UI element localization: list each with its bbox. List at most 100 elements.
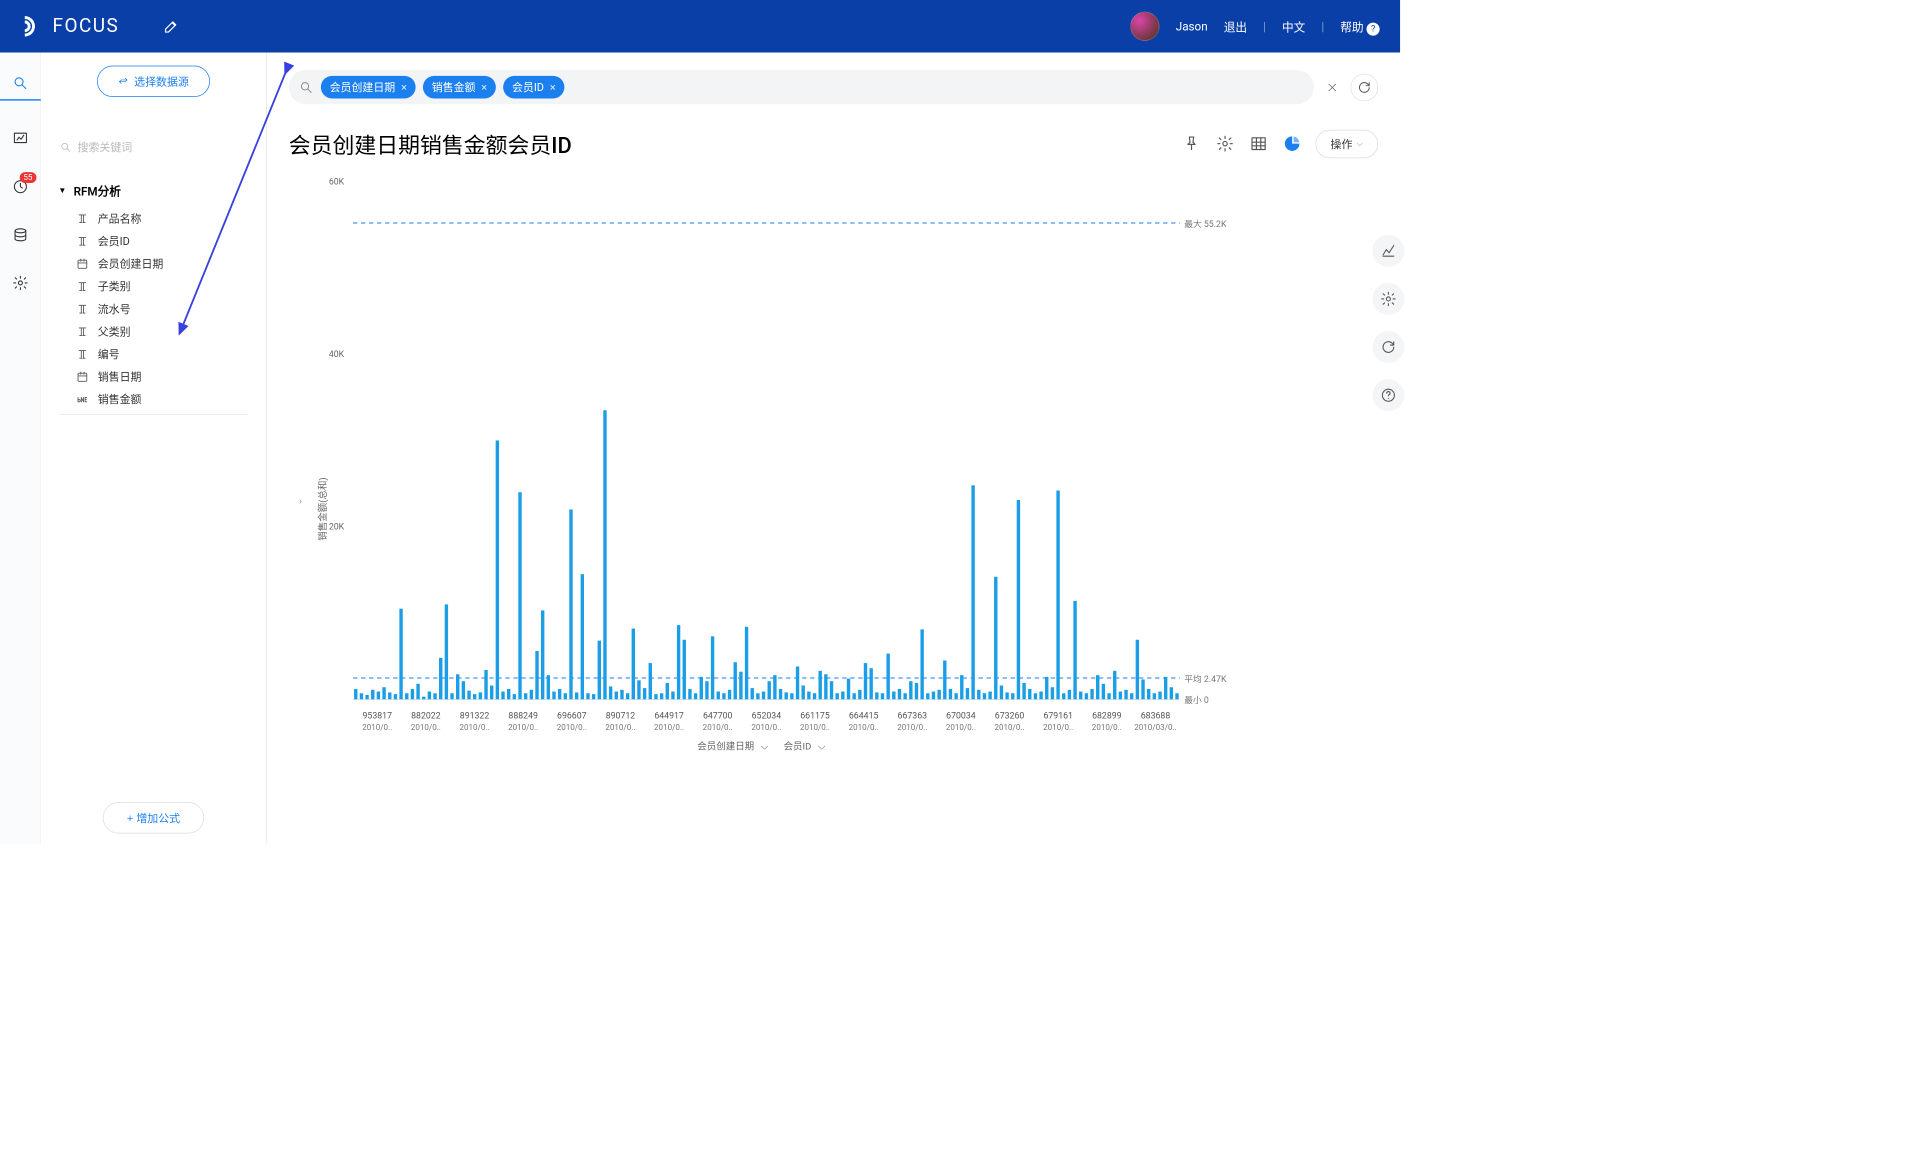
chart-refresh-icon[interactable] xyxy=(1372,331,1404,363)
chart-tools xyxy=(1372,235,1404,411)
separator: | xyxy=(1263,19,1266,33)
chip-remove-icon[interactable]: × xyxy=(401,81,407,94)
field-子类别[interactable]: 子类别 xyxy=(76,279,249,294)
x-tick: 6700342010/0.. xyxy=(937,710,986,733)
x-tick: 6732602010/0.. xyxy=(985,710,1034,733)
max-annotation: 最大 55.2K xyxy=(1184,217,1226,229)
rail-board-icon[interactable] xyxy=(10,128,30,148)
field-label: 编号 xyxy=(98,346,120,361)
edit-icon[interactable] xyxy=(163,18,181,36)
field-销售金额[interactable]: 销售金额 xyxy=(76,392,249,407)
table-view-icon[interactable] xyxy=(1248,133,1268,153)
x-tick: 6449172010/0.. xyxy=(645,710,694,733)
x-tick: 9538172010/0.. xyxy=(353,710,402,733)
tree-group-rfm[interactable]: ▼ RFM分析 xyxy=(58,182,248,200)
rail-settings-icon[interactable] xyxy=(10,273,30,293)
rail-badge: 55 xyxy=(20,172,36,183)
x-axis-legend: 会员创建日期 ⌵ 会员ID ⌵ xyxy=(347,739,1171,753)
field-产品名称[interactable]: 产品名称 xyxy=(76,211,249,226)
query-bar[interactable]: 会员创建日期× 销售金额× 会员ID × xyxy=(289,70,1314,104)
brand-logo: FOCUS xyxy=(20,15,119,38)
content-area: 会员创建日期× 销售金额× 会员ID × 会员创建日期销售金额会员ID 操作 ⌵ 销售金… xyxy=(267,53,1400,844)
help-text: 帮助 xyxy=(1340,20,1363,34)
field-label: 会员ID xyxy=(98,233,130,248)
field-label: 会员创建日期 xyxy=(98,256,164,271)
help-link[interactable]: 帮助? xyxy=(1340,17,1379,35)
expand-y-icon[interactable]: › xyxy=(299,496,302,508)
x-tick: 6791612010/0.. xyxy=(1034,710,1083,733)
chip-remove-icon[interactable]: × xyxy=(481,81,487,94)
x-tick: 6520342010/0.. xyxy=(742,710,791,733)
operate-button[interactable]: 操作 ⌵ xyxy=(1315,129,1378,157)
select-datasource-button[interactable]: 选择数据源 xyxy=(97,66,210,97)
chevron-down-icon: ⌵ xyxy=(1357,139,1363,148)
x-tick: 8907122010/0.. xyxy=(596,710,645,733)
title-row: 会员创建日期销售金额会员ID 操作 ⌵ xyxy=(289,128,1378,160)
username[interactable]: Jason xyxy=(1176,19,1208,33)
svg-text:20K: 20K xyxy=(329,523,345,533)
avatar[interactable] xyxy=(1131,12,1160,41)
chart-area: 销售金额(总和) › 20K40K60K 最大 55.2K 平均 2.47K 最… xyxy=(289,174,1378,843)
x-tick: 6673632010/0.. xyxy=(888,710,937,733)
field-label: 产品名称 xyxy=(98,211,142,226)
sidebar: 选择数据源 ▼ RFM分析 产品名称会员ID 会员创建日期子类别流水号父类别编号销… xyxy=(41,53,267,844)
operate-label: 操作 xyxy=(1331,136,1353,151)
field-label: 子类别 xyxy=(98,279,131,294)
page-title: 会员创建日期销售金额会员ID xyxy=(289,128,572,160)
x-tick: 8882492010/0.. xyxy=(499,710,548,733)
chart-settings-icon[interactable] xyxy=(1372,283,1404,315)
help-icon: ? xyxy=(1367,22,1380,35)
field-编号[interactable]: 编号 xyxy=(76,346,249,361)
query-chip[interactable]: 会员创建日期× xyxy=(321,76,416,99)
field-tree: ▼ RFM分析 产品名称会员ID 会员创建日期子类别流水号父类别编号销售日期销售金… xyxy=(58,182,248,803)
field-label: 流水号 xyxy=(98,301,131,316)
pin-icon[interactable] xyxy=(1181,133,1201,153)
field-父类别[interactable]: 父类别 xyxy=(76,324,249,339)
nav-rail: 55 xyxy=(0,53,41,844)
x-tick: 6477002010/0.. xyxy=(693,710,742,733)
field-label: 销售日期 xyxy=(98,369,142,384)
swap-icon xyxy=(118,76,128,86)
logout-link[interactable]: 退出 xyxy=(1224,18,1247,36)
x-tick: 6836882010/03/0.. xyxy=(1131,710,1180,733)
x-tick: 8913222010/0.. xyxy=(450,710,499,733)
chip-remove-icon[interactable]: × xyxy=(550,81,556,94)
sidebar-search-input[interactable] xyxy=(78,141,248,153)
rail-search-icon[interactable] xyxy=(0,67,40,101)
divider xyxy=(58,414,248,415)
x-legend-1[interactable]: 会员创建日期 ⌵ xyxy=(693,742,768,753)
avg-annotation: 平均 2.47K xyxy=(1184,672,1226,684)
separator: | xyxy=(1321,19,1324,33)
x-tick: 8820222010/0.. xyxy=(402,710,451,733)
bar-chart[interactable]: 20K40K60K xyxy=(312,174,1209,714)
x-tick: 6966072010/0.. xyxy=(547,710,596,733)
x-legend-2[interactable]: 会员ID ⌵ xyxy=(779,742,825,753)
x-tick: 6828992010/0.. xyxy=(1083,710,1132,733)
field-销售日期[interactable]: 销售日期 xyxy=(76,369,249,384)
chip-label: 会员ID xyxy=(512,79,544,94)
refresh-button[interactable] xyxy=(1350,73,1378,101)
min-annotation: 最小 0 xyxy=(1184,693,1209,705)
header-right: Jason 退出 | 中文 | 帮助? xyxy=(1131,12,1380,41)
chart-view-icon[interactable] xyxy=(1282,133,1302,153)
chart-help-icon[interactable] xyxy=(1372,379,1404,411)
rail-data-icon[interactable] xyxy=(10,225,30,245)
query-chip[interactable]: 销售金额× xyxy=(423,76,496,99)
app-header: FOCUS Jason 退出 | 中文 | 帮助? xyxy=(0,0,1400,53)
query-chip[interactable]: 会员ID × xyxy=(503,76,564,99)
config-icon[interactable] xyxy=(1215,133,1235,153)
select-ds-label: 选择数据源 xyxy=(134,74,189,89)
field-流水号[interactable]: 流水号 xyxy=(76,301,249,316)
clear-query-icon[interactable] xyxy=(1324,79,1340,95)
field-会员创建日期[interactable]: 会员创建日期 xyxy=(76,256,249,271)
x-axis-labels: 9538172010/0..8820222010/0..8913222010/0… xyxy=(353,710,1180,733)
logo-icon xyxy=(20,15,43,38)
lang-link[interactable]: 中文 xyxy=(1282,18,1305,36)
sidebar-search[interactable] xyxy=(58,138,248,157)
rail-clock-icon[interactable]: 55 xyxy=(10,176,30,196)
search-icon xyxy=(60,141,72,154)
add-formula-button[interactable]: + 增加公式 xyxy=(103,802,204,833)
field-会员ID[interactable]: 会员ID xyxy=(76,233,249,248)
chart-type-icon[interactable] xyxy=(1372,235,1404,267)
field-label: 父类别 xyxy=(98,324,131,339)
